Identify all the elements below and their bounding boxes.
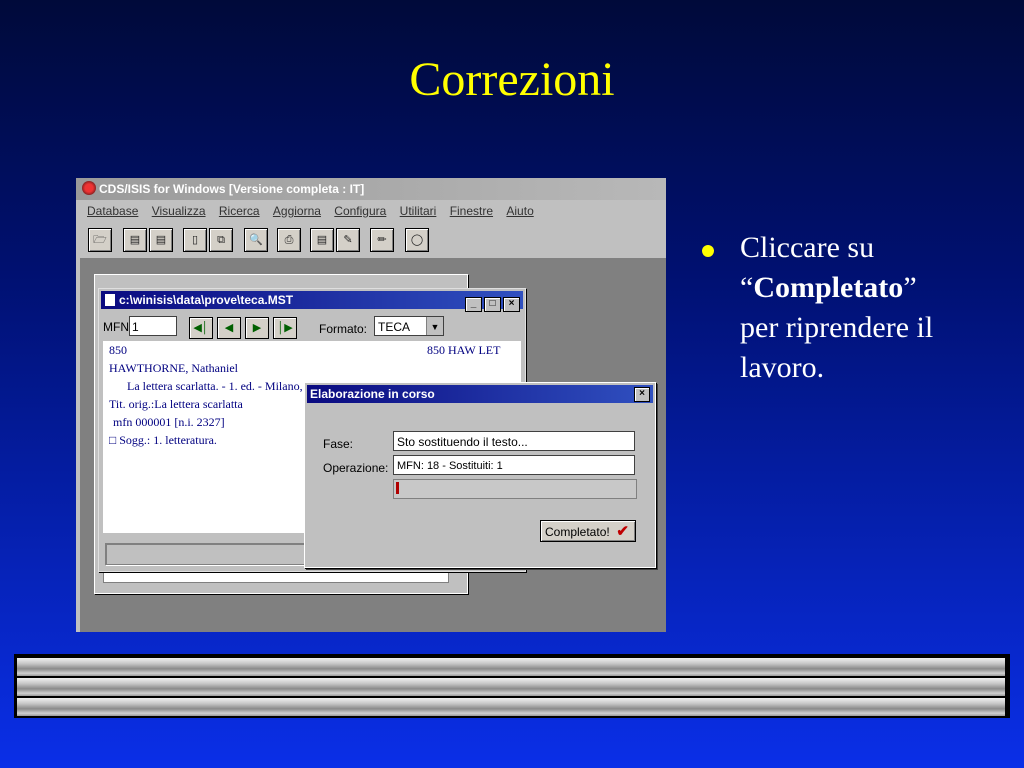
- lightbulb-icon[interactable]: ◯: [405, 228, 429, 252]
- record-original-title: Tit. orig.:La lettera scarlatta: [109, 397, 243, 411]
- format-select[interactable]: TECA ▼: [374, 316, 444, 336]
- menu-utilitari[interactable]: Utilitari: [400, 204, 437, 218]
- progress-dialog: Elaborazione in corso × Fase: Sto sostit…: [304, 382, 656, 568]
- menu-aiuto[interactable]: Aiuto: [506, 204, 533, 218]
- record-window-titlebar[interactable]: c:\winisis\data\prove\teca.MST _ □ ×: [101, 291, 523, 312]
- operazione-label: Operazione:: [323, 461, 389, 475]
- next-record-icon[interactable]: ▶: [245, 317, 269, 339]
- menu-visualizza[interactable]: Visualizza: [152, 204, 206, 218]
- completato-button-label: Completato!: [545, 525, 610, 539]
- footer-bar: [17, 698, 1005, 716]
- menu-finestre[interactable]: Finestre: [450, 204, 493, 218]
- export-iso-icon[interactable]: ▤: [123, 228, 147, 252]
- checkmark-icon: ✔: [616, 523, 629, 540]
- progress-bar: [393, 479, 637, 499]
- app-titlebar: CDS/ISIS for Windows [Versione completa …: [76, 178, 666, 200]
- export-rtf-icon[interactable]: ▤: [149, 228, 173, 252]
- mfn-input[interactable]: 1: [129, 316, 177, 336]
- open-folder-icon[interactable]: 🗁: [88, 228, 112, 252]
- record-author: HAWTHORNE, Nathaniel: [109, 361, 239, 375]
- previous-record-icon[interactable]: ◀: [217, 317, 241, 339]
- menu-ricerca[interactable]: Ricerca: [219, 204, 260, 218]
- footer-bar: [17, 678, 1005, 696]
- app-icon: [82, 181, 96, 195]
- completato-button[interactable]: Completato! ✔: [540, 520, 636, 542]
- bullet-emphasis: Completato: [753, 271, 904, 304]
- record-subject: □ Sogg.: 1. letteratura.: [109, 433, 217, 447]
- window-border: [76, 258, 80, 632]
- record-call-number: 850 HAW LET: [427, 343, 501, 357]
- copy-icon[interactable]: ⧉: [209, 228, 233, 252]
- format-value: TECA: [378, 320, 411, 334]
- bullet-item: Cliccare su “Completato” per riprendere …: [740, 231, 934, 384]
- fase-field: Sto sostituendo il testo...: [393, 431, 635, 451]
- slide-title: Correzioni: [409, 53, 615, 106]
- mfn-label: MFN: [103, 320, 129, 334]
- bullet-icon: [702, 245, 714, 257]
- close-button[interactable]: ×: [503, 297, 520, 312]
- record-mfn: 850: [109, 343, 127, 357]
- record-nav-bar: MFN 1 ◀│ ◀ ▶ │▶ Formato: TECA ▼: [101, 311, 523, 341]
- footer-bar: [17, 658, 1005, 676]
- toolbar: 🗁 ▤ ▤ ▯ ⧉ 🔍 ⎙ ▤ ✎ ✏ ◯: [76, 222, 666, 258]
- footer-decoration: [14, 654, 1010, 718]
- preview-icon[interactable]: 🔍: [244, 228, 268, 252]
- record-window-title: c:\winisis\data\prove\teca.MST: [119, 293, 294, 307]
- dialog-titlebar[interactable]: Elaborazione in corso ×: [307, 385, 653, 403]
- minimize-button[interactable]: _: [465, 297, 482, 312]
- first-record-icon[interactable]: ◀│: [189, 317, 213, 339]
- record-inventory: mfn 000001 [n.i. 2327]: [113, 415, 225, 429]
- menu-database[interactable]: Database: [87, 204, 138, 218]
- chevron-down-icon[interactable]: ▼: [426, 317, 443, 335]
- last-record-icon[interactable]: │▶: [273, 317, 297, 339]
- pencil-icon[interactable]: ✏: [370, 228, 394, 252]
- menu-aggiorna[interactable]: Aggiorna: [273, 204, 321, 218]
- app-screenshot: CDS/ISIS for Windows [Versione completa …: [76, 178, 666, 632]
- dialog-title: Elaborazione in corso: [310, 387, 435, 401]
- maximize-button[interactable]: □: [484, 297, 501, 312]
- operazione-field: MFN: 18 - Sostituiti: 1: [393, 455, 635, 475]
- print-icon[interactable]: ⎙: [277, 228, 301, 252]
- form-icon[interactable]: ▤: [310, 228, 334, 252]
- clipboard-icon[interactable]: ▯: [183, 228, 207, 252]
- close-icon[interactable]: ×: [634, 387, 650, 402]
- format-label: Formato:: [319, 322, 368, 336]
- progress-fill: [396, 482, 399, 494]
- app-title: CDS/ISIS for Windows [Versione completa …: [99, 182, 365, 196]
- menu-configura[interactable]: Configura: [334, 204, 386, 218]
- menu-bar: Database Visualizza Ricerca Aggiorna Con…: [76, 200, 666, 222]
- fase-label: Fase:: [323, 437, 354, 451]
- document-icon: [105, 294, 115, 306]
- edit-icon[interactable]: ✎: [336, 228, 360, 252]
